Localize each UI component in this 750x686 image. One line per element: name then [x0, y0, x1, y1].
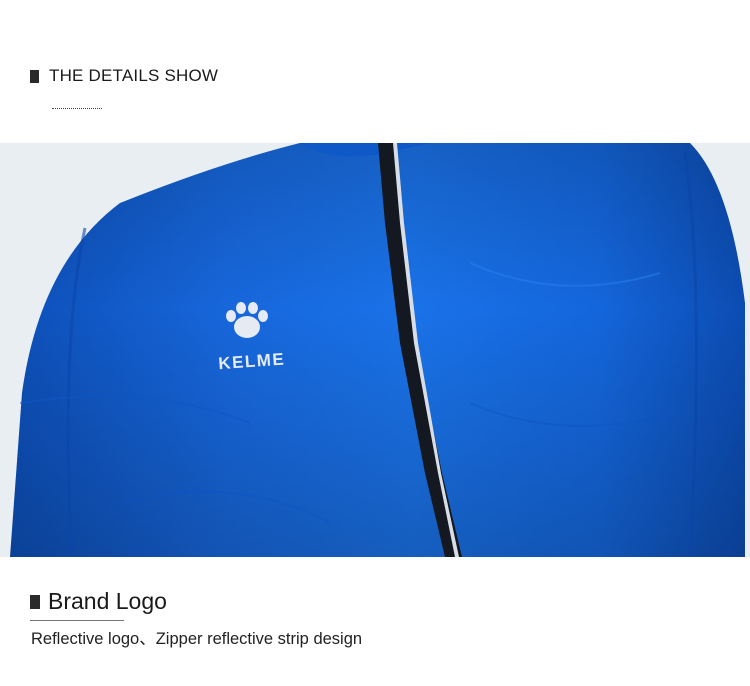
divider-line — [30, 620, 124, 621]
feature-description: Reflective logo、Zipper reflective strip … — [31, 630, 363, 648]
section-marker — [30, 69, 39, 83]
jacket-illustration: KELME — [0, 143, 750, 557]
divider-dotted — [52, 108, 102, 109]
section-header-brand-logo: Brand Logo — [30, 588, 167, 615]
feature-title: Brand Logo — [48, 588, 167, 614]
section-marker — [30, 594, 40, 609]
product-photo: KELME — [0, 143, 750, 557]
section-header-details: THE DETAILS SHOW — [30, 66, 218, 86]
section-title: THE DETAILS SHOW — [49, 66, 219, 85]
